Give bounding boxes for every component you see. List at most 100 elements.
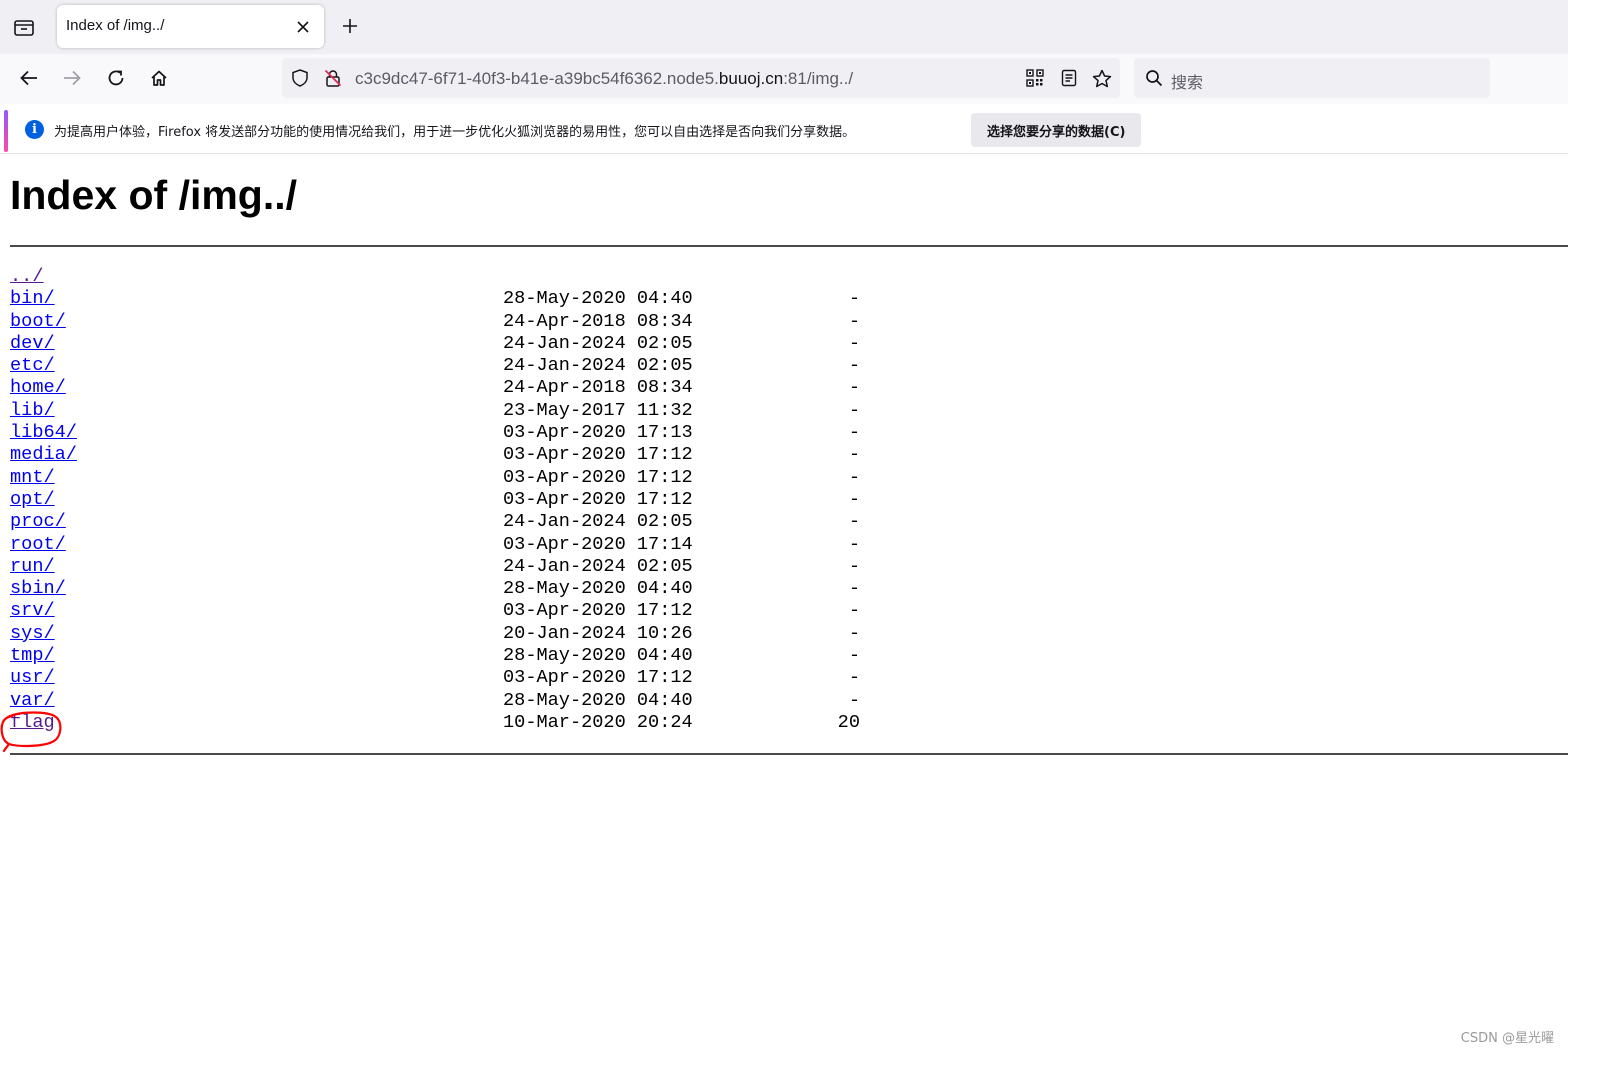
entry-link[interactable]: srv/ (10, 600, 55, 622)
entry-date: 03-Apr-2020 17:12 (503, 488, 693, 510)
notification-accent-stripe (4, 110, 8, 152)
entry-date: 24-Jan-2024 02:05 (503, 332, 693, 354)
tab-strip: Index of /img../ (0, 0, 1568, 54)
entry-date: 10-Mar-2020 20:24 (503, 711, 693, 733)
search-icon (1144, 68, 1164, 88)
home-icon (151, 70, 167, 86)
entry-size: - (848, 600, 860, 622)
top-divider (10, 245, 1568, 247)
entry-size: - (848, 288, 860, 310)
arrow-right-icon (64, 70, 81, 86)
entry-link[interactable]: root/ (10, 534, 66, 556)
choose-data-sharing-button[interactable]: 选择您要分享的数据(C) (971, 113, 1142, 147)
entry-date: 24-Apr-2018 08:34 (503, 310, 693, 332)
reload-icon (108, 70, 124, 86)
entry-size: - (848, 310, 860, 332)
tab-list-button[interactable] (9, 12, 39, 42)
entry-date: 24-Apr-2018 08:34 (503, 377, 693, 399)
entry-link[interactable]: ../ (10, 266, 43, 288)
url-text[interactable]: c3c9dc47-6f71-40f3-b41e-a39bc54f6362.nod… (355, 69, 853, 89)
entry-size: - (848, 399, 860, 421)
new-tab-button[interactable] (336, 12, 364, 40)
url-path-prefix: c3c9dc47-6f71-40f3-b41e-a39bc54f6362.nod… (355, 69, 719, 88)
entry-size: - (848, 555, 860, 577)
entry-link[interactable]: proc/ (10, 511, 66, 533)
tab-title: Index of /img../ (66, 17, 165, 34)
reload-button[interactable] (100, 62, 132, 94)
entry-date: 28-May-2020 04:40 (503, 288, 693, 310)
entry-size: - (848, 645, 860, 667)
entry-size: - (848, 533, 860, 555)
entry-link[interactable]: usr/ (10, 667, 55, 689)
entry-size: - (848, 355, 860, 377)
notification-message: 为提高用户体验，Firefox 将发送部分功能的使用情况给我们，用于进一步优化火… (54, 125, 856, 140)
insecure-lock-icon[interactable] (323, 68, 343, 88)
home-button[interactable] (143, 62, 175, 94)
tab-close-button[interactable] (293, 17, 313, 37)
entry-size: - (848, 488, 860, 510)
entry-link[interactable]: mnt/ (10, 467, 55, 489)
entry-date: 03-Apr-2020 17:12 (503, 600, 693, 622)
entry-size: - (848, 667, 860, 689)
nav-bar: c3c9dc47-6f71-40f3-b41e-a39bc54f6362.nod… (0, 54, 1568, 104)
shield-icon[interactable] (290, 68, 310, 88)
search-bar[interactable]: 搜索 (1134, 58, 1490, 98)
entry-link[interactable]: sbin/ (10, 578, 66, 600)
entry-size: - (848, 422, 860, 444)
entry-date: 28-May-2020 04:40 (503, 645, 693, 667)
flag-highlight-annotation (0, 711, 62, 753)
entry-link[interactable]: sys/ (10, 623, 55, 645)
entry-link[interactable]: bin/ (10, 288, 55, 310)
entry-size: - (848, 622, 860, 644)
entry-date: 24-Jan-2024 02:05 (503, 555, 693, 577)
forward-button[interactable] (56, 62, 88, 94)
entry-size: - (848, 511, 860, 533)
entry-size: - (848, 466, 860, 488)
csdn-watermark: CSDN @星光曜 (1460, 1031, 1554, 1046)
entry-date: 24-Jan-2024 02:05 (503, 355, 693, 377)
entry-date: 03-Apr-2020 17:14 (503, 533, 693, 555)
page-content: Index of /img../ ../bin/28-May-2020 04:4… (0, 160, 1568, 1050)
entry-date: 28-May-2020 04:40 (503, 578, 693, 600)
plus-icon (343, 19, 357, 33)
entry-size: - (848, 377, 860, 399)
back-button[interactable] (13, 62, 45, 94)
entry-link[interactable]: lib64/ (10, 422, 77, 444)
search-placeholder: 搜索 (1171, 73, 1204, 92)
entry-date: 03-Apr-2020 17:13 (503, 422, 693, 444)
page-heading: Index of /img../ (10, 172, 298, 218)
entry-size: 20 (837, 711, 860, 733)
entry-link[interactable]: run/ (10, 556, 55, 578)
entry-size: - (848, 444, 860, 466)
notification-bar: i 为提高用户体验，Firefox 将发送部分功能的使用情况给我们，用于进一步优… (0, 106, 1568, 154)
entry-date: 28-May-2020 04:40 (503, 689, 693, 711)
entry-link[interactable]: media/ (10, 444, 77, 466)
tab-list-icon (14, 18, 34, 36)
entry-size: - (848, 578, 860, 600)
bookmark-star-icon[interactable] (1092, 68, 1112, 88)
entry-link[interactable]: tmp/ (10, 645, 55, 667)
entry-date: 03-Apr-2020 17:12 (503, 667, 693, 689)
entry-link[interactable]: boot/ (10, 311, 66, 333)
entry-link[interactable]: lib/ (10, 400, 55, 422)
entry-link[interactable]: var/ (10, 690, 55, 712)
entry-date: 23-May-2017 11:32 (503, 399, 693, 421)
bottom-divider (10, 753, 1568, 755)
entry-link[interactable]: dev/ (10, 333, 55, 355)
arrow-left-icon (20, 70, 37, 86)
tab-active[interactable]: Index of /img../ (57, 5, 324, 48)
entry-size: - (848, 332, 860, 354)
close-icon (297, 21, 309, 33)
qr-code-icon[interactable] (1025, 68, 1045, 88)
entry-date: 20-Jan-2024 10:26 (503, 622, 693, 644)
entry-date: 03-Apr-2020 17:12 (503, 444, 693, 466)
info-icon: i (25, 120, 44, 139)
entry-link[interactable]: etc/ (10, 355, 55, 377)
entry-date: 03-Apr-2020 17:12 (503, 466, 693, 488)
entry-link[interactable]: home/ (10, 377, 66, 399)
url-host: buuoj.cn (718, 69, 784, 88)
entry-size: - (848, 689, 860, 711)
url-bar[interactable]: c3c9dc47-6f71-40f3-b41e-a39bc54f6362.nod… (282, 58, 1120, 98)
entry-link[interactable]: opt/ (10, 489, 55, 511)
reader-view-icon[interactable] (1059, 68, 1079, 88)
